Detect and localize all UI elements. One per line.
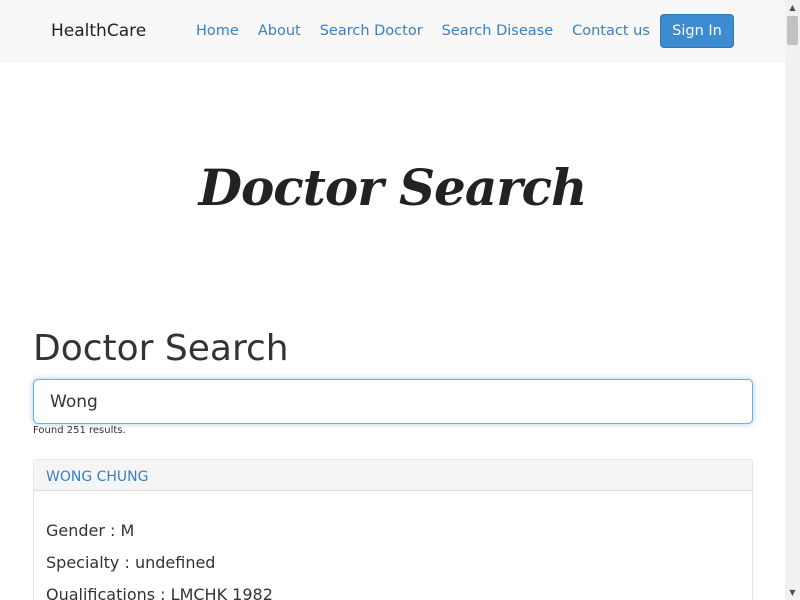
nav-link-search-disease[interactable]: Search Disease: [442, 22, 553, 40]
doctor-specialty: Specialty : undefined: [46, 553, 216, 572]
result-card: WONG CHUNG Gender : M Specialty : undefi…: [33, 459, 753, 600]
result-card-header: WONG CHUNG: [34, 460, 752, 491]
scroll-up-arrow-icon[interactable]: ▲: [785, 0, 800, 15]
sign-in-button[interactable]: Sign In: [660, 14, 734, 48]
nav-link-about[interactable]: About: [258, 22, 301, 40]
page-title: Doctor Search: [33, 328, 289, 369]
scroll-down-arrow-icon[interactable]: ▼: [785, 585, 800, 600]
results-count: Found 251 results.: [33, 425, 126, 436]
hero-title: Doctor Search: [198, 158, 588, 217]
nav-link-search-doctor[interactable]: Search Doctor: [320, 22, 423, 40]
doctor-qualifications: Qualifications : LMCHK 1982: [46, 585, 273, 600]
nav-links: Home About Search Doctor Search Disease …: [196, 22, 669, 40]
vertical-scrollbar[interactable]: ▲ ▼: [785, 0, 800, 600]
doctor-gender: Gender : M: [46, 521, 135, 540]
brand-logo[interactable]: HealthCare: [51, 20, 146, 42]
nav-link-contact-us[interactable]: Contact us: [572, 22, 650, 40]
doctor-search-input[interactable]: [33, 379, 753, 424]
scrollbar-thumb[interactable]: [787, 16, 798, 45]
doctor-name-link[interactable]: WONG CHUNG: [46, 469, 149, 485]
nav-link-home[interactable]: Home: [196, 22, 239, 40]
navbar: HealthCare Home About Search Doctor Sear…: [0, 0, 785, 62]
result-card-body: Gender : M Specialty : undefined Qualifi…: [34, 491, 752, 600]
